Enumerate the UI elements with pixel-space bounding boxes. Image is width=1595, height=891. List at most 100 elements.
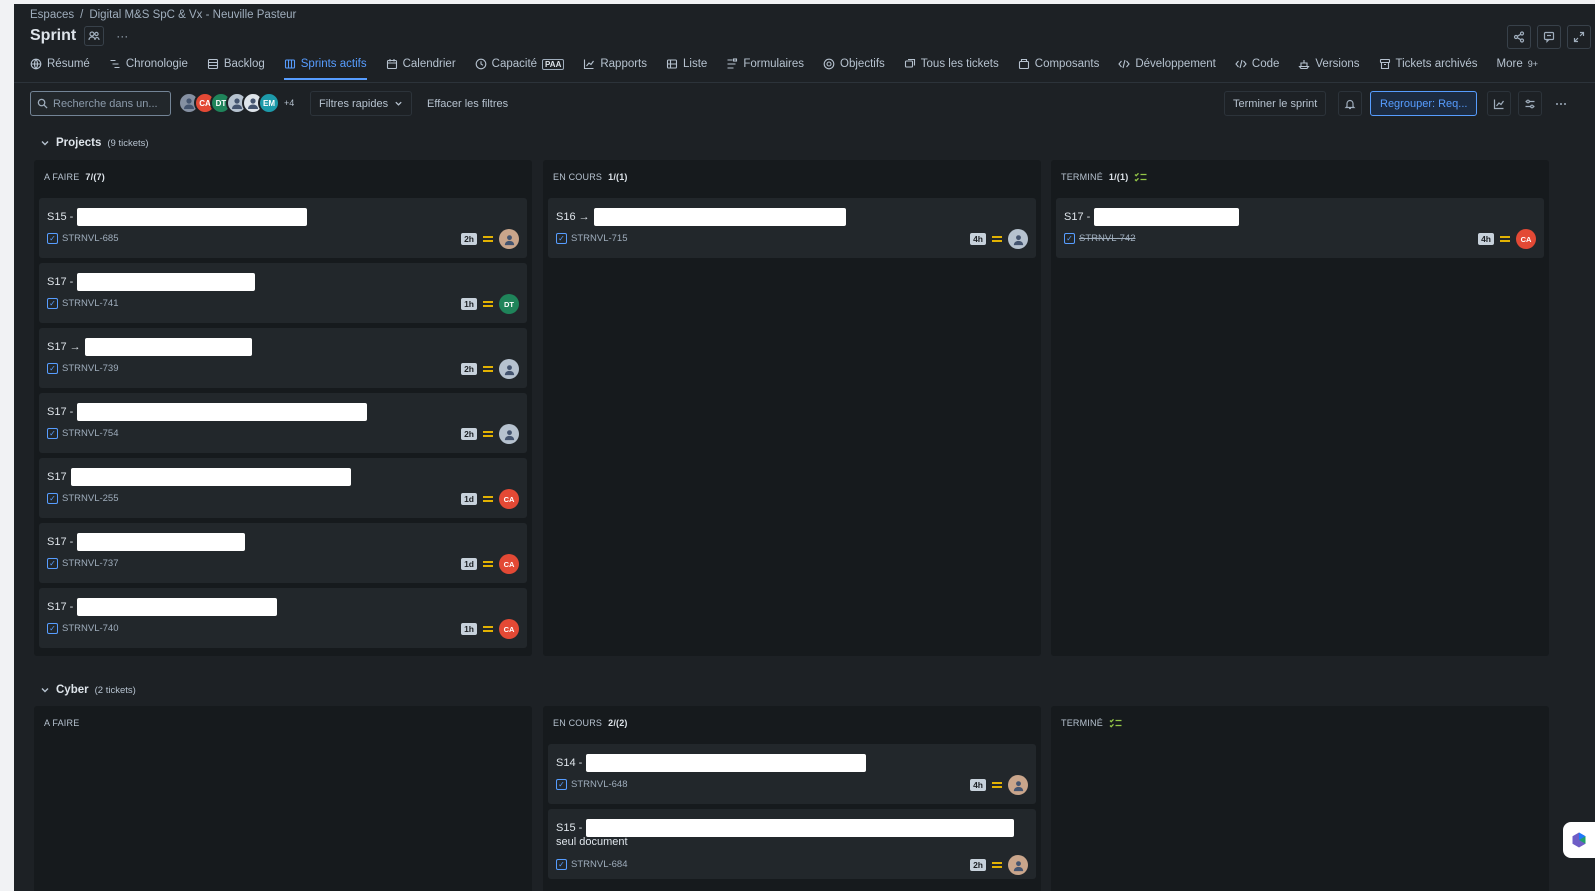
group-by-button[interactable]: Regrouper: Req...: [1370, 91, 1478, 116]
tab-rapports[interactable]: Rapports: [583, 54, 656, 74]
view-settings-button[interactable]: [1518, 91, 1542, 116]
sliders-icon: [1524, 98, 1536, 110]
ticket-card[interactable]: S17 - ✓ STRNVL-740 1h CA: [39, 588, 527, 648]
assignee-avatar[interactable]: CA: [1516, 229, 1536, 249]
card-key[interactable]: ✓ STRNVL-715: [556, 233, 628, 244]
assignee-avatar[interactable]: CA: [499, 554, 519, 574]
ticket-card[interactable]: S17 → ✓ STRNVL-739 2h: [39, 328, 527, 388]
insights-button[interactable]: [1487, 91, 1511, 116]
more-actions-button[interactable]: ···: [112, 26, 132, 46]
card-key[interactable]: ✓ STRNVL-255: [47, 493, 119, 504]
card-key[interactable]: ✓ STRNVL-741: [47, 298, 119, 309]
assignee-avatar[interactable]: [499, 359, 519, 379]
ticket-card[interactable]: S16 → ✓ STRNVL-715 4h: [548, 198, 1036, 258]
tab-chronologie[interactable]: Chronologie: [109, 54, 197, 74]
card-title: S17 -: [1064, 208, 1240, 226]
tab-more[interactable]: More 9+: [1497, 54, 1547, 74]
complete-sprint-button[interactable]: Terminer le sprint: [1224, 91, 1327, 116]
estimate-badge: 1d: [461, 493, 477, 505]
globe-icon: [30, 58, 42, 70]
tab-tous-les-tickets[interactable]: Tous les tickets: [904, 54, 1008, 74]
tab-calendrier[interactable]: Calendrier: [386, 54, 465, 74]
ticket-card[interactable]: S17 - ✓ STRNVL-742 4h CA: [1056, 198, 1544, 258]
avatar-overflow-count[interactable]: +4: [284, 98, 294, 108]
tab-label: Calendrier: [402, 58, 456, 70]
notification-button[interactable]: [1338, 91, 1362, 116]
card-title: S17 -: [47, 598, 278, 616]
tab-label: Tickets archivés: [1395, 58, 1478, 70]
title-row: Sprint ···: [30, 26, 132, 46]
ticket-card[interactable]: S17 - ✓ STRNVL-741 1h DT: [39, 263, 527, 323]
assignee-avatar[interactable]: [499, 229, 519, 249]
more-menu-button[interactable]: [1549, 91, 1573, 116]
tab-resume[interactable]: Résumé: [30, 54, 99, 74]
column-title: A FAIRE: [44, 172, 80, 182]
card-key[interactable]: ✓ STRNVL-685: [47, 233, 119, 244]
priority-medium-icon: [992, 236, 1002, 242]
assistant-button[interactable]: [1563, 822, 1595, 858]
card-title-prefix: S17 -: [47, 276, 74, 288]
ticket-card[interactable]: S17 ✓ STRNVL-255 1d CA: [39, 458, 527, 518]
priority-medium-icon: [483, 626, 493, 632]
card-key[interactable]: ✓ STRNVL-648: [556, 779, 628, 790]
tab-versions[interactable]: Versions: [1298, 54, 1368, 74]
tab-label: Backlog: [223, 58, 265, 70]
tab-objectifs[interactable]: Objectifs: [823, 54, 894, 74]
ticket-card[interactable]: S17 - ✓ STRNVL-754 2h: [39, 393, 527, 453]
search-box[interactable]: [30, 91, 171, 116]
code-icon: [1235, 58, 1247, 70]
redacted-title: [586, 754, 867, 772]
card-title-prefix: S17 -: [1064, 211, 1091, 223]
tab-sprints-actifs[interactable]: Sprints actifs: [283, 54, 376, 80]
card-key[interactable]: ✓ STRNVL-684: [556, 859, 628, 870]
assignee-avatar[interactable]: [1008, 855, 1028, 875]
tab-developpement[interactable]: Développement: [1118, 54, 1225, 74]
assignee-avatar[interactable]: CA: [499, 619, 519, 639]
tab-backlog[interactable]: Backlog: [207, 54, 274, 74]
fullscreen-icon[interactable]: [1567, 25, 1591, 49]
card-title: S17 -: [47, 273, 256, 291]
share-icon[interactable]: [1507, 25, 1531, 49]
clear-filters-button[interactable]: Effacer les filtres: [427, 91, 508, 116]
card-title: S17 -: [47, 533, 246, 551]
card-key[interactable]: ✓ STRNVL-754: [47, 428, 119, 439]
team-icon[interactable]: [84, 26, 105, 46]
ticket-card[interactable]: S17 - ✓ STRNVL-737 1d CA: [39, 523, 527, 583]
done-checklist-icon: [1109, 718, 1122, 728]
tab-capacite[interactable]: Capacité PAA: [475, 54, 574, 74]
tab-label: Liste: [683, 58, 708, 70]
card-key[interactable]: ✓ STRNVL-737: [47, 558, 119, 569]
done-checklist-icon: [1134, 172, 1147, 182]
breadcrumb-spaces[interactable]: Espaces: [30, 9, 74, 21]
ticket-card[interactable]: S14 - ✓ STRNVL-648 4h: [548, 744, 1036, 804]
tab-liste[interactable]: Liste: [666, 54, 716, 74]
assignee-avatar[interactable]: [1008, 229, 1028, 249]
swimlane-header[interactable]: Cyber (2 tickets): [40, 684, 136, 696]
quick-filters-button[interactable]: Filtres rapides: [310, 91, 413, 116]
assignee-avatar[interactable]: [1008, 775, 1028, 795]
ticket-card[interactable]: S15 - seul document ✓ STRNVL-684 2h: [548, 809, 1036, 879]
tab-label: Chronologie: [125, 58, 188, 70]
ticket-card[interactable]: S15 - ✓ STRNVL-685 2h: [39, 198, 527, 258]
feedback-icon[interactable]: [1537, 25, 1561, 49]
breadcrumb-project[interactable]: Digital M&S SpC & Vx - Neuville Pasteur: [89, 9, 296, 21]
assignee-avatar[interactable]: [499, 424, 519, 444]
swimlane-header[interactable]: Projects (9 tickets): [40, 137, 149, 149]
tab-tickets-archives[interactable]: Tickets archivés: [1379, 54, 1487, 74]
tab-code[interactable]: Code: [1235, 54, 1289, 74]
ticket-key: STRNVL-715: [571, 233, 628, 244]
tab-label: Code: [1251, 58, 1280, 70]
tab-formulaires[interactable]: Formulaires: [726, 54, 813, 74]
assignee-avatar[interactable]: CA: [499, 489, 519, 509]
chevron-down-icon[interactable]: [40, 138, 50, 148]
card-key[interactable]: ✓ STRNVL-740: [47, 623, 119, 634]
tab-composants[interactable]: Composants: [1018, 54, 1109, 74]
assignee-avatar[interactable]: DT: [499, 294, 519, 314]
card-key[interactable]: ✓ STRNVL-742: [1064, 233, 1136, 244]
avatar[interactable]: EM: [258, 92, 280, 114]
card-key[interactable]: ✓ STRNVL-739: [47, 363, 119, 374]
column-header: A FAIRE: [44, 718, 79, 728]
chevron-down-icon[interactable]: [40, 685, 50, 695]
avatar-group[interactable]: CA DT EM +4: [178, 92, 294, 114]
search-input[interactable]: [53, 97, 163, 110]
